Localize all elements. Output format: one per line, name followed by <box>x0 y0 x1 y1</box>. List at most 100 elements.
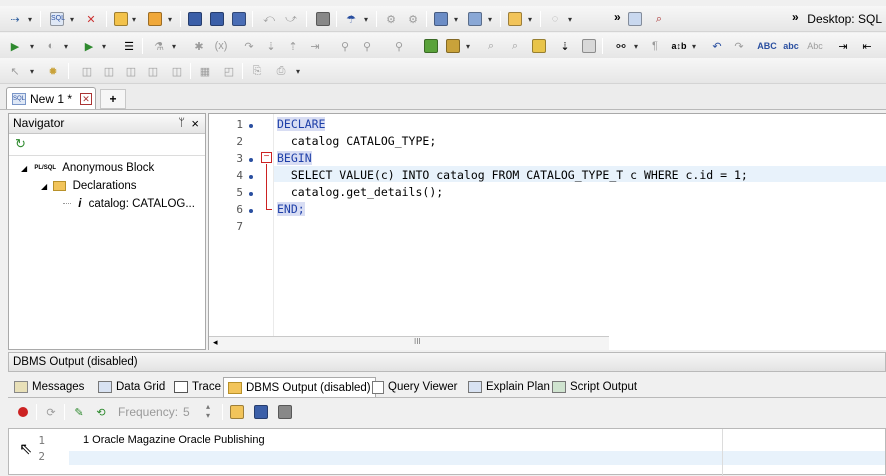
explain-icon[interactable]: ⚙ <box>404 10 422 28</box>
debug-icon[interactable]: ☂ <box>342 10 360 28</box>
export-icon[interactable]: ⎙ <box>272 62 290 80</box>
poll-icon[interactable]: ⟲ <box>92 403 110 421</box>
frequency-value[interactable]: 5 <box>183 405 190 419</box>
toolbar-overflow-icon[interactable]: » <box>614 10 621 24</box>
chevron-down-icon[interactable]: ▾ <box>634 42 638 51</box>
refresh-icon[interactable]: ⟳ <box>42 403 60 421</box>
run-script-icon[interactable]: ▶ <box>80 37 98 55</box>
sql-history-icon[interactable] <box>530 37 548 55</box>
tab-new-1[interactable]: SQL New 1 * ✕ <box>6 87 96 109</box>
refresh-icon[interactable]: ↻ <box>15 136 26 152</box>
rollback-icon[interactable] <box>444 37 462 55</box>
tab-data-grid[interactable]: Data Grid <box>94 377 169 397</box>
chevron-down-icon[interactable]: ▾ <box>30 42 34 51</box>
dbms-output-area[interactable]: 1 2 ⇖ 1 Oracle Magazine Oracle Publishin… <box>8 428 886 476</box>
cart-icon[interactable] <box>626 10 644 28</box>
step-over-icon[interactable]: (x) <box>212 37 230 55</box>
print-icon[interactable] <box>314 10 332 28</box>
chevron-down-icon[interactable]: ▾ <box>488 15 492 24</box>
lower-case-icon[interactable]: abc <box>782 37 800 55</box>
expand-arrow-icon[interactable]: ◢ <box>21 164 27 173</box>
chevron-down-icon[interactable]: ▾ <box>102 42 106 51</box>
explain-plan-icon[interactable]: ⚗ <box>150 37 168 55</box>
resume-icon[interactable]: ⚲ <box>336 37 354 55</box>
reports-icon[interactable] <box>432 10 450 28</box>
generate-index-icon[interactable]: ◫ <box>144 62 162 80</box>
bug-icon[interactable]: ✱ <box>190 37 208 55</box>
open-icon[interactable] <box>228 403 246 421</box>
chevron-down-icon[interactable]: ▾ <box>64 42 68 51</box>
save-icon[interactable] <box>252 403 270 421</box>
save-all-icon[interactable] <box>208 10 226 28</box>
chevron-down-icon[interactable]: ▾ <box>528 15 532 24</box>
chevron-down-icon[interactable]: ▾ <box>28 15 32 24</box>
refresh-icon[interactable]: ◌ <box>546 10 564 28</box>
compare-icon[interactable]: ▦ <box>196 62 214 80</box>
schema-browser-icon[interactable] <box>466 10 484 28</box>
pointer-icon[interactable]: ↖ <box>6 62 24 80</box>
generate-table-icon[interactable]: ◫ <box>100 62 118 80</box>
upper-case-icon[interactable]: ABC <box>757 37 777 55</box>
step-out-icon[interactable]: ⇡ <box>284 37 302 55</box>
snippets-icon[interactable] <box>506 10 524 28</box>
outdent-icon[interactable]: ⇤ <box>858 37 876 55</box>
indent-icon[interactable]: ⇥ <box>834 37 852 55</box>
save-icon[interactable] <box>186 10 204 28</box>
migrate-icon[interactable]: ⎘ <box>248 62 266 80</box>
sql-tuning-icon[interactable]: ⌕ <box>482 37 500 55</box>
chevron-down-icon[interactable]: ▾ <box>296 67 300 76</box>
print-icon[interactable] <box>276 403 294 421</box>
save-as-icon[interactable] <box>230 10 248 28</box>
unshared-sql-icon[interactable]: ⇣ <box>556 37 574 55</box>
settings-icon[interactable]: ✹ <box>44 62 62 80</box>
tab-explain-plan[interactable]: Explain Plan <box>464 377 554 397</box>
undo-icon[interactable]: ↶ <box>708 37 726 55</box>
scroll-thumb[interactable]: III <box>414 337 421 346</box>
desktop-selector[interactable]: Desktop: SQL <box>807 12 882 26</box>
tree-node-declarations[interactable]: ◢ Declarations <box>41 177 136 195</box>
sql-editor[interactable]: 1 2 3 4 5 6 7 − DECLARE catalog CATALOG_… <box>208 113 886 350</box>
chevron-down-icon[interactable]: ▾ <box>364 15 368 24</box>
add-tab-button[interactable]: + <box>100 89 126 109</box>
step-icon[interactable]: ↷ <box>240 37 258 55</box>
clear-icon[interactable] <box>580 37 598 55</box>
enable-output-icon[interactable]: ✎ <box>70 403 88 421</box>
pin-icon[interactable]: ᛘ <box>178 114 185 133</box>
redo-history-icon[interactable]: ⤻ <box>282 10 300 28</box>
copy-icon[interactable]: ◰ <box>220 62 238 80</box>
chevron-down-icon[interactable]: ▾ <box>132 15 136 24</box>
horizontal-scrollbar[interactable]: ◂ III <box>209 336 609 350</box>
commit-icon[interactable] <box>422 37 440 55</box>
chevron-down-icon[interactable]: ▾ <box>454 15 458 24</box>
tab-trace[interactable]: Trace <box>170 377 225 397</box>
open-folder-icon[interactable] <box>112 10 130 28</box>
chevron-down-icon[interactable]: ▾ <box>692 42 696 51</box>
generate-icon[interactable]: ◫ <box>78 62 96 80</box>
chevron-down-icon[interactable]: ▾ <box>172 42 176 51</box>
unshared-worksheet-icon[interactable]: ✕ <box>82 10 100 28</box>
toolbar-overflow-icon[interactable]: » <box>792 10 799 24</box>
frequency-spinner[interactable]: ▴ ▾ <box>206 402 210 420</box>
tab-dbms-output[interactable]: DBMS Output (disabled) <box>223 377 376 397</box>
generate-view-icon[interactable]: ◫ <box>122 62 140 80</box>
tab-query-viewer[interactable]: Query Viewer <box>368 377 461 397</box>
sql-monitor-icon[interactable]: ⌕ <box>506 37 524 55</box>
chevron-down-icon[interactable]: ▾ <box>168 15 172 24</box>
tree-node-catalog[interactable]: i catalog: CATALOG... <box>63 195 195 213</box>
step-into-icon[interactable]: ⇣ <box>262 37 280 55</box>
replace-icon[interactable]: ¶ <box>646 37 664 55</box>
format-icon[interactable]: ☰ <box>120 37 138 55</box>
terminate-icon[interactable]: ⚲ <box>390 37 408 55</box>
run-statement-icon[interactable]: ▶ <box>6 37 24 55</box>
find-icon[interactable]: ⚯ <box>612 37 630 55</box>
record-icon[interactable] <box>14 403 32 421</box>
close-icon[interactable]: × <box>191 114 199 133</box>
init-cap-icon[interactable]: Abc <box>806 37 824 55</box>
generate-ddl-icon[interactable]: ◫ <box>168 62 186 80</box>
chevron-down-icon[interactable]: ▾ <box>568 15 572 24</box>
open-recent-icon[interactable] <box>146 10 164 28</box>
sort-icon[interactable]: a↕b <box>670 37 688 55</box>
tab-script-output[interactable]: Script Output <box>548 377 641 397</box>
chevron-down-icon[interactable]: ▾ <box>466 42 470 51</box>
chevron-down-icon[interactable]: ▾ <box>30 67 34 76</box>
